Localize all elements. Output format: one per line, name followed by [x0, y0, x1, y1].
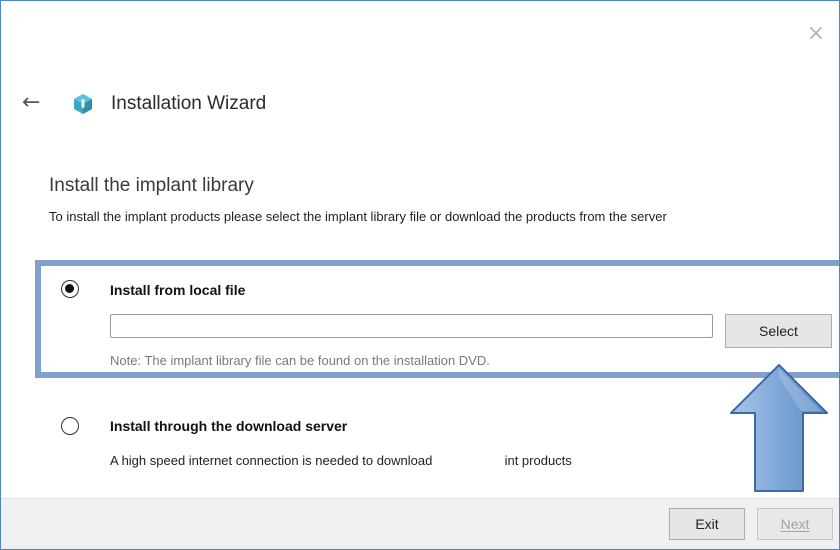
- back-arrow-icon[interactable]: ←: [22, 91, 46, 115]
- installation-window: × ← Installation Wizard Install the impl…: [0, 0, 840, 550]
- select-file-button[interactable]: Select: [725, 314, 832, 348]
- download-server-option-label[interactable]: Install through the download server: [110, 418, 347, 434]
- exit-button[interactable]: Exit: [669, 508, 745, 540]
- wizard-title: Installation Wizard: [111, 93, 267, 114]
- download-server-description: A high speed internet connection is need…: [110, 453, 572, 468]
- local-file-radio[interactable]: [61, 280, 79, 298]
- app-logo-icon: [74, 94, 92, 114]
- local-file-option-label[interactable]: Install from local file: [110, 282, 245, 298]
- close-icon[interactable]: ×: [805, 23, 827, 45]
- local-file-note: Note: The implant library file can be fo…: [110, 353, 490, 368]
- next-button[interactable]: Next: [757, 508, 833, 540]
- download-server-radio[interactable]: [61, 417, 79, 435]
- annotation-up-arrow-icon: [730, 364, 828, 492]
- section-description: To install the implant products please s…: [49, 209, 667, 224]
- section-heading: Install the implant library: [49, 175, 254, 196]
- library-file-path-input[interactable]: [110, 314, 713, 338]
